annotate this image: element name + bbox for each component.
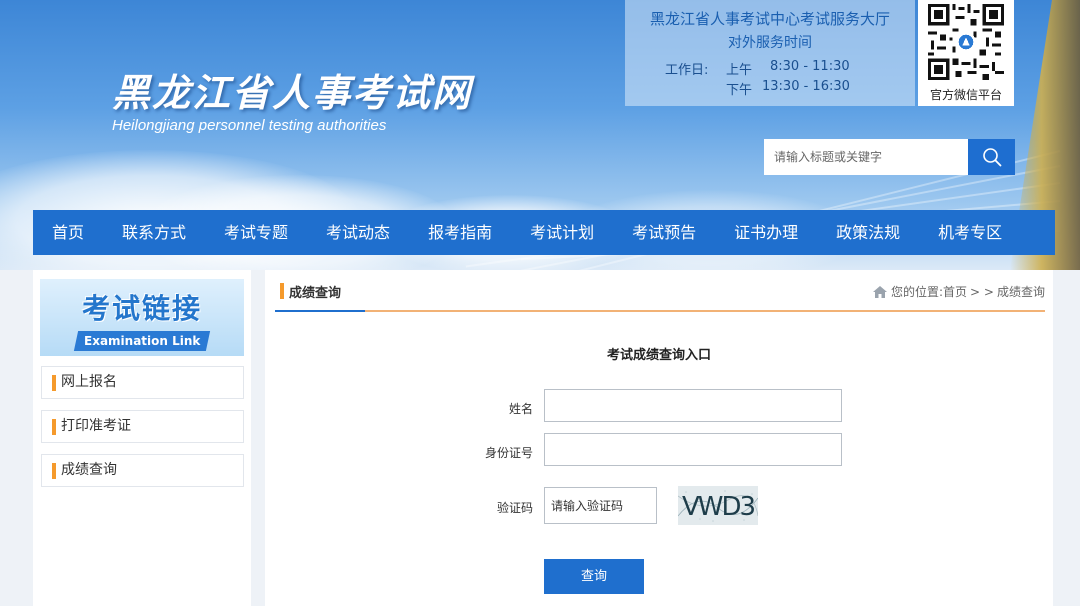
captcha-text: VWD3 [682, 492, 755, 522]
home-icon [872, 285, 887, 298]
site-title: 黑龙江省人事考试网 [112, 70, 473, 115]
title-marker [280, 283, 284, 299]
nav-item-exam-notice[interactable]: 考试预告 [613, 210, 715, 255]
search-button[interactable] [968, 139, 1015, 175]
main-content: 成绩查询 您的位置: 首页 > > 成绩查询 考试成绩查询入口 姓名 身份证号 … [265, 270, 1053, 606]
captcha-image-graphic: VWD3 [677, 486, 759, 525]
sidebar-item-marker [52, 419, 56, 435]
search-icon [982, 148, 1001, 167]
sidebar-item-label: 成绩查询 [61, 462, 117, 478]
sidebar-item-online-registration[interactable]: 网上报名 [41, 366, 244, 399]
form-heading: 考试成绩查询入口 [606, 348, 711, 363]
nav-item-application-guide[interactable]: 报考指南 [409, 210, 511, 255]
breadcrumb-separator: > > [970, 284, 994, 299]
content-header: 成绩查询 您的位置: 首页 > > 成绩查询 [275, 270, 1045, 312]
afternoon-time: 13:30 - 16:30 [762, 79, 850, 94]
nav-item-home[interactable]: 首页 [33, 210, 103, 255]
page-title: 成绩查询 [289, 286, 342, 301]
main-nav: 首页 联系方式 考试专题 考试动态 报考指南 考试计划 考试预告 证书办理 政策… [33, 210, 1055, 255]
service-hours-panel: 黑龙江省人事考试中心考试服务大厅 对外服务时间 工作日: 上午 8:30 - 1… [625, 0, 915, 106]
nav-item-exam-plan[interactable]: 考试计划 [511, 210, 613, 255]
nav-item-computer-exam[interactable]: 机考专区 [919, 210, 1021, 255]
sidebar-item-label: 网上报名 [61, 374, 117, 390]
query-button[interactable]: 查询 [544, 559, 644, 594]
exam-link-banner-subtitle-text: Examination Link [83, 334, 201, 348]
nav-item-exam-topics[interactable]: 考试专题 [205, 210, 307, 255]
breadcrumb-home-link[interactable]: 首页 [943, 283, 967, 300]
nav-item-exam-news[interactable]: 考试动态 [307, 210, 409, 255]
sidebar-item-score-query[interactable]: 成绩查询 [41, 454, 244, 487]
breadcrumb-prefix: 您的位置: [890, 285, 944, 299]
sidebar-item-marker [52, 375, 56, 391]
wechat-qr-label: 官方微信平台 [929, 88, 1002, 102]
nav-item-certificates[interactable]: 证书办理 [715, 210, 817, 255]
service-hall-title: 黑龙江省人事考试中心考试服务大厅 [649, 10, 890, 28]
qr-code-image [928, 4, 1004, 80]
id-number-field[interactable] [544, 433, 842, 466]
name-label: 姓名 [508, 402, 533, 416]
breadcrumb-current: 成绩查询 [996, 285, 1045, 299]
afternoon-label: 下午 [726, 83, 753, 98]
captcha-image[interactable]: VWD3 [677, 486, 759, 525]
exam-link-banner-title: 考试链接 [81, 292, 202, 325]
title-underline [275, 310, 365, 312]
sidebar-item-marker [52, 463, 56, 479]
exam-link-banner: 考试链接 Examination Link [40, 279, 244, 356]
sidebar-item-print-admission-ticket[interactable]: 打印准考证 [41, 410, 244, 443]
morning-label: 上午 [726, 63, 753, 78]
nav-item-contact[interactable]: 联系方式 [103, 210, 205, 255]
service-hours-label: 对外服务时间 [728, 35, 812, 51]
id-number-label: 身份证号 [484, 446, 533, 460]
captcha-label: 验证码 [496, 501, 533, 515]
captcha-field[interactable] [544, 487, 657, 524]
site-subtitle: Heilongjiang personnel testing authoriti… [112, 117, 387, 134]
exam-link-banner-subtitle: Examination Link [73, 331, 211, 351]
nav-item-policies[interactable]: 政策法规 [817, 210, 919, 255]
name-field[interactable] [544, 389, 842, 422]
wechat-qr-panel: 官方微信平台 [918, 0, 1014, 106]
morning-time: 8:30 - 11:30 [770, 59, 850, 74]
workday-label: 工作日: [665, 63, 709, 78]
search-input[interactable] [764, 139, 968, 175]
breadcrumb: 您的位置: 首页 > > 成绩查询 [872, 283, 1045, 300]
sidebar: 考试链接 Examination Link 网上报名 打印准考证 成绩查询 [33, 270, 251, 606]
sidebar-item-label: 打印准考证 [61, 418, 131, 434]
